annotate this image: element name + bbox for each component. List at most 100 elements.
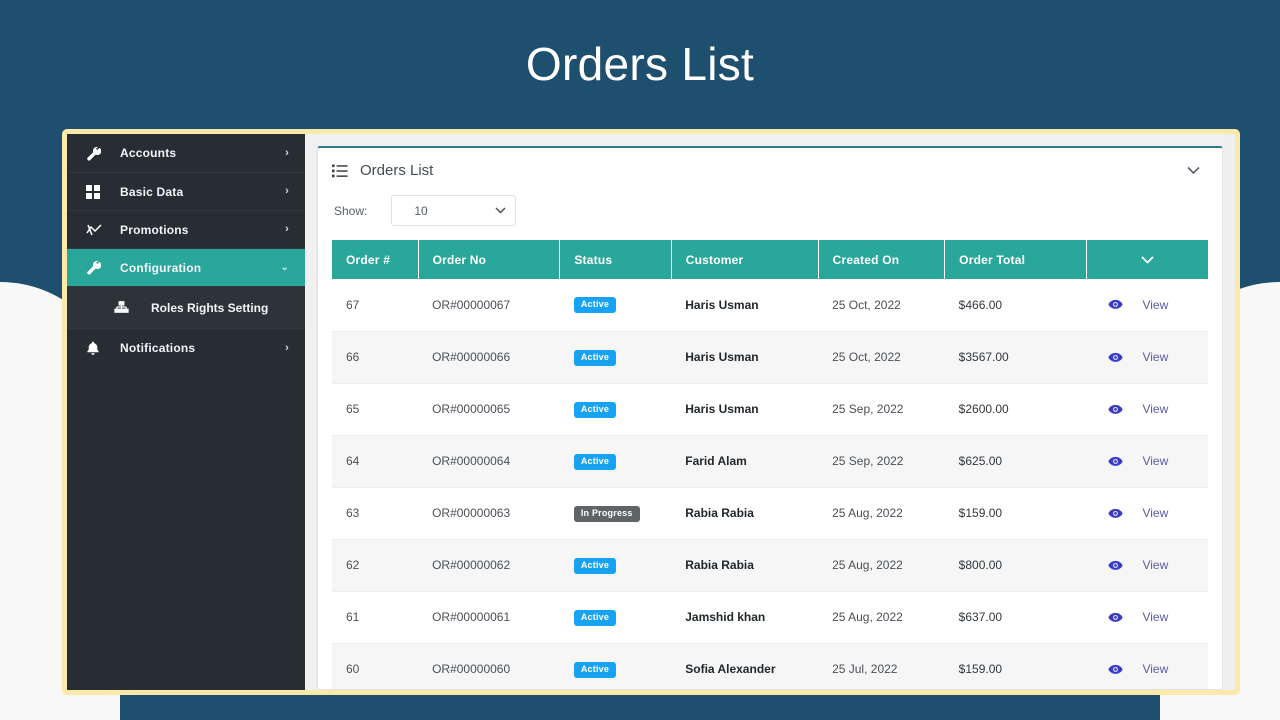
cell-created-on: 25 Jul, 2022 (818, 643, 945, 689)
app-window-frame: Accounts › Basic Data › Promotions › Con… (62, 129, 1240, 695)
view-link[interactable]: View (1142, 558, 1168, 572)
sidebar-subitem-label: Roles Rights Setting (151, 300, 269, 315)
orders-table-scroll[interactable]: Order # Order No Status Customer Created… (318, 240, 1222, 689)
cell-order-num: 63 (332, 487, 419, 540)
orders-table: Order # Order No Status Customer Created… (332, 240, 1208, 689)
sidebar-item-accounts[interactable]: Accounts › (67, 134, 305, 172)
status-badge: Active (573, 453, 617, 470)
cell-order-total: $159.00 (944, 643, 1087, 689)
chevron-down-icon (1141, 253, 1154, 267)
table-row[interactable]: 61 OR#00000061 Active Jamshid khan 25 Aug, 2… (332, 591, 1208, 644)
cell-order-total: $637.00 (944, 591, 1087, 644)
chevron-down-icon (495, 205, 506, 217)
status-badge: Active (573, 297, 617, 314)
view-link[interactable]: View (1142, 506, 1168, 520)
cell-order-num: 66 (332, 331, 419, 384)
table-row[interactable]: 62 OR#00000062 Active Rabia Rabia 25 Aug, 20… (332, 539, 1208, 592)
column-created-on[interactable]: Created On (818, 240, 946, 279)
cell-created-on: 25 Aug, 2022 (818, 539, 945, 592)
eye-icon[interactable] (1108, 664, 1124, 675)
eye-icon[interactable] (1108, 508, 1124, 519)
status-badge: Active (573, 557, 617, 574)
cell-actions: View (1086, 279, 1208, 332)
cell-created-on: 25 Sep, 2022 (818, 383, 945, 436)
sidebar: Accounts › Basic Data › Promotions › Con… (67, 134, 305, 690)
column-order-no[interactable]: Order No (418, 240, 561, 279)
cell-customer: Haris Usman (671, 383, 819, 436)
view-link[interactable]: View (1142, 350, 1168, 364)
list-icon (332, 164, 348, 178)
column-customer[interactable]: Customer (671, 240, 819, 279)
chevron-right-icon: › (285, 185, 289, 197)
status-badge: In Progress (573, 505, 640, 522)
cell-status: Active (559, 539, 672, 592)
app-window: Accounts › Basic Data › Promotions › Con… (67, 134, 1235, 690)
table-row[interactable]: 65 OR#00000065 Active Haris Usman 25 Sep, 20… (332, 383, 1208, 436)
orders-table-body: 67 OR#00000067 Active Haris Usman 25 Oct, 20… (332, 279, 1208, 689)
column-order-num[interactable]: Order # (332, 240, 419, 279)
show-entries-row: Show: 10 (318, 185, 1222, 240)
sidebar-item-label: Configuration (120, 260, 202, 275)
sidebar-item-promotions[interactable]: Promotions › (67, 210, 305, 248)
sidebar-item-basic-data[interactable]: Basic Data › (67, 172, 305, 210)
sidebar-item-label: Promotions (120, 222, 189, 237)
eye-icon[interactable] (1108, 456, 1124, 467)
chevron-right-icon: › (285, 146, 289, 159)
table-row[interactable]: 66 OR#00000066 Active Haris Usman 25 Oct, 20… (332, 331, 1208, 384)
cell-status: Active (559, 331, 672, 384)
table-header-row: Order # Order No Status Customer Created… (332, 240, 1208, 279)
cell-created-on: 25 Oct, 2022 (818, 279, 945, 332)
cell-created-on: 25 Aug, 2022 (818, 487, 945, 540)
cell-order-no: OR#00000065 (418, 383, 560, 436)
cell-order-total: $3567.00 (944, 331, 1087, 384)
cell-order-num: 65 (332, 383, 419, 436)
eye-icon[interactable] (1108, 612, 1124, 623)
eye-icon[interactable] (1108, 299, 1124, 310)
card-title: Orders List (360, 162, 434, 179)
view-link[interactable]: View (1142, 454, 1168, 468)
cell-order-total: $800.00 (944, 539, 1087, 592)
view-link[interactable]: View (1142, 402, 1168, 416)
table-row[interactable]: 60 OR#00000060 Active Sofia Alexander 25 Jul… (332, 643, 1208, 689)
cell-order-no: OR#00000067 (418, 279, 560, 332)
cell-order-total: $2600.00 (944, 383, 1087, 436)
cell-order-num: 67 (332, 279, 419, 332)
chevron-right-icon: › (285, 341, 289, 354)
sidebar-item-configuration[interactable]: Configuration ⌄ (67, 248, 305, 286)
show-entries-select[interactable]: 10 (391, 195, 517, 226)
eye-icon[interactable] (1108, 560, 1124, 571)
cell-order-no: OR#00000063 (418, 487, 560, 540)
sidebar-item-roles-rights-setting[interactable]: Roles Rights Setting (67, 286, 305, 329)
chevron-down-icon[interactable] (1181, 163, 1206, 178)
cell-order-total: $466.00 (944, 279, 1087, 332)
view-link[interactable]: View (1142, 662, 1168, 676)
cell-order-num: 64 (332, 435, 419, 488)
cell-created-on: 25 Oct, 2022 (818, 331, 945, 384)
cell-actions: View (1086, 435, 1208, 488)
column-actions[interactable] (1086, 240, 1208, 279)
column-status[interactable]: Status (559, 240, 672, 279)
chart-line-icon (86, 223, 108, 237)
card-header: Orders List (318, 148, 1222, 185)
orders-list-card: Orders List Show: 10 Order # Order No St… (317, 146, 1223, 690)
sidebar-item-label: Accounts (120, 146, 177, 160)
cell-status: Active (559, 591, 672, 644)
table-row[interactable]: 63 OR#00000063 In Progress Rabia Rabia 25 Au… (332, 487, 1208, 540)
status-badge: Active (573, 349, 617, 366)
eye-icon[interactable] (1108, 352, 1124, 363)
cell-actions: View (1086, 331, 1208, 384)
column-order-total[interactable]: Order Total (944, 240, 1087, 279)
view-link[interactable]: View (1142, 610, 1168, 624)
grid-icon (86, 184, 108, 199)
table-row[interactable]: 64 OR#00000064 Active Farid Alam 25 Sep, 202… (332, 435, 1208, 488)
cell-order-no: OR#00000064 (418, 435, 560, 488)
table-row[interactable]: 67 OR#00000067 Active Haris Usman 25 Oct, 20… (332, 279, 1208, 332)
show-label: Show: (334, 203, 368, 218)
eye-icon[interactable] (1108, 404, 1124, 415)
view-link[interactable]: View (1142, 298, 1168, 312)
sidebar-item-notifications[interactable]: Notifications › (67, 329, 305, 367)
cell-order-num: 62 (332, 539, 419, 592)
show-entries-value: 10 (414, 203, 428, 218)
content-area: Orders List Show: 10 Order # Order No St… (305, 134, 1235, 690)
cell-customer: Rabia Rabia (671, 539, 819, 592)
